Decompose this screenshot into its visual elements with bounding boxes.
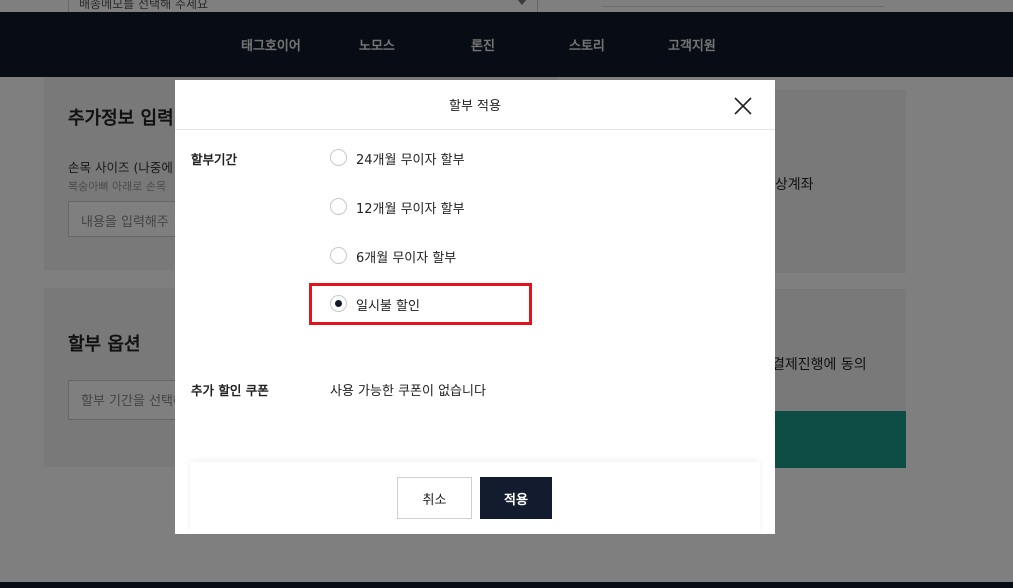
radio-button[interactable] xyxy=(330,149,347,166)
highlight-box xyxy=(309,283,532,325)
installment-modal: 할부 적용 할부기간 24개월 무이자 할부 12개월 무이자 할부 6개월 무… xyxy=(175,80,775,534)
radio-label: 24개월 무이자 할부 xyxy=(356,153,465,168)
radio-button[interactable] xyxy=(330,198,347,215)
modal-header: 할부 적용 xyxy=(175,80,775,130)
radio-label: 6개월 무이자 할부 xyxy=(356,251,457,266)
apply-button[interactable]: 적용 xyxy=(480,477,552,519)
modal-title: 할부 적용 xyxy=(449,99,501,114)
installment-period-label: 할부기간 xyxy=(191,152,238,167)
coupon-label: 추가 할인 쿠폰 xyxy=(191,383,269,398)
modal-footer: 취소 적용 xyxy=(190,462,760,534)
close-icon[interactable] xyxy=(733,96,753,116)
coupon-status-text: 사용 가능한 쿠폰이 없습니다 xyxy=(330,384,486,399)
radio-label: 12개월 무이자 할부 xyxy=(356,202,465,217)
radio-button[interactable] xyxy=(330,247,347,264)
cancel-button[interactable]: 취소 xyxy=(397,477,472,519)
